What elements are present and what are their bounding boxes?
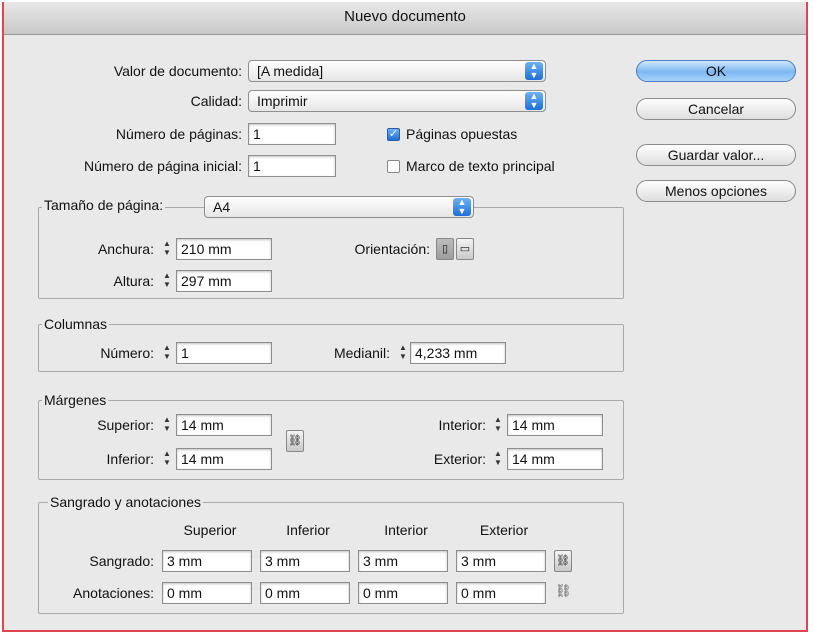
slug-label: Anotaciones:	[73, 585, 154, 601]
columns-number-input[interactable]: 1	[176, 342, 272, 364]
start-page-label: Número de página inicial:	[84, 158, 242, 174]
document-preset-label: Valor de documento:	[113, 63, 242, 79]
save-preset-button[interactable]: Guardar valor...	[636, 144, 796, 166]
page-size-value: A4	[213, 199, 231, 215]
gutter-stepper-icon[interactable]: ▲ ▼	[396, 343, 410, 363]
bleed-outside-input[interactable]: 3 mm	[456, 550, 546, 572]
margin-bottom-stepper-icon[interactable]: ▲ ▼	[160, 449, 174, 469]
height-label: Altura:	[113, 273, 154, 289]
margin-bottom-label: Inferior:	[106, 451, 154, 467]
width-input[interactable]: 210 mm	[176, 238, 272, 260]
fewer-options-button[interactable]: Menos opciones	[636, 180, 796, 202]
bleed-label: Sangrado:	[89, 553, 154, 569]
columns-stepper-icon[interactable]: ▲ ▼	[160, 343, 174, 363]
ok-button[interactable]: OK	[636, 60, 796, 82]
width-label: Anchura:	[97, 241, 154, 257]
bleed-top-input[interactable]: 3 mm	[162, 550, 252, 572]
width-stepper-icon[interactable]: ▲ ▼	[160, 239, 174, 259]
orientation-label: Orientación:	[354, 241, 430, 257]
bleed-header-inside: Interior	[384, 522, 428, 538]
link-bleed-chain-icon[interactable]: ⛓	[554, 550, 572, 572]
margin-inside-input[interactable]: 14 mm	[507, 414, 603, 436]
popup-arrows-icon: ▲ ▼	[453, 198, 471, 216]
master-text-frame-label: Marco de texto principal	[406, 158, 555, 174]
slug-inside-input[interactable]: 0 mm	[358, 582, 448, 604]
number-of-pages-input[interactable]: 1	[248, 123, 336, 145]
popup-arrows-icon: ▲ ▼	[525, 92, 543, 110]
margin-bottom-input[interactable]: 14 mm	[176, 448, 272, 470]
columns-title: Columnas	[42, 315, 110, 333]
slug-outside-input[interactable]: 0 mm	[456, 582, 546, 604]
number-of-pages-label: Número de páginas:	[115, 126, 242, 142]
margin-outside-input[interactable]: 14 mm	[507, 448, 603, 470]
slug-top-input[interactable]: 0 mm	[162, 582, 252, 604]
intent-label: Calidad:	[190, 93, 242, 109]
gutter-input[interactable]: 4,233 mm	[410, 342, 506, 364]
portrait-orientation-icon[interactable]: ▯	[436, 238, 454, 260]
start-page-input[interactable]: 1	[248, 155, 336, 177]
margin-top-label: Superior:	[97, 417, 154, 433]
margin-top-input[interactable]: 14 mm	[176, 414, 272, 436]
margin-top-stepper-icon[interactable]: ▲ ▼	[160, 415, 174, 435]
master-text-frame-checkbox[interactable]	[387, 160, 400, 173]
landscape-orientation-icon[interactable]: ▭	[456, 238, 474, 260]
link-slug-broken-chain-icon[interactable]: ⛓	[555, 583, 572, 599]
intent-value: Imprimir	[257, 93, 308, 109]
bleed-slug-title: Sangrado y anotaciones	[48, 493, 203, 511]
height-input[interactable]: 297 mm	[176, 270, 272, 292]
gutter-label: Medianil:	[333, 345, 390, 361]
bleed-header-bottom: Inferior	[286, 522, 330, 538]
bleed-inside-input[interactable]: 3 mm	[358, 550, 448, 572]
columns-number-label: Número:	[100, 345, 154, 361]
document-preset-select[interactable]: [A medida] ▲ ▼	[248, 60, 546, 82]
facing-pages-checkbox[interactable]: ✓	[387, 128, 400, 141]
bleed-bottom-input[interactable]: 3 mm	[260, 550, 350, 572]
margins-title: Márgenes	[42, 391, 109, 409]
page-size-select[interactable]: A4 ▲ ▼	[204, 196, 474, 218]
margin-outside-label: Exterior:	[433, 451, 486, 467]
height-stepper-icon[interactable]: ▲ ▼	[160, 271, 174, 291]
new-document-dialog: Nuevo documento Valor de documento: [A m…	[2, 2, 808, 632]
slug-bottom-input[interactable]: 0 mm	[260, 582, 350, 604]
popup-arrows-icon: ▲ ▼	[525, 62, 543, 80]
document-preset-value: [A medida]	[257, 63, 324, 79]
margin-inside-label: Interior:	[438, 417, 486, 433]
facing-pages-label: Páginas opuestas	[406, 126, 518, 142]
dialog-title: Nuevo documento	[4, 2, 806, 35]
intent-select[interactable]: Imprimir ▲ ▼	[248, 90, 546, 112]
page-size-label: Tamaño de página:	[42, 196, 166, 214]
cancel-button[interactable]: Cancelar	[636, 98, 796, 120]
bleed-header-top: Superior	[183, 522, 237, 538]
margin-inside-stepper-icon[interactable]: ▲ ▼	[491, 415, 505, 435]
bleed-header-outside: Exterior	[479, 522, 529, 538]
link-margins-chain-icon[interactable]: ⛓	[286, 430, 304, 452]
margin-outside-stepper-icon[interactable]: ▲ ▼	[491, 449, 505, 469]
